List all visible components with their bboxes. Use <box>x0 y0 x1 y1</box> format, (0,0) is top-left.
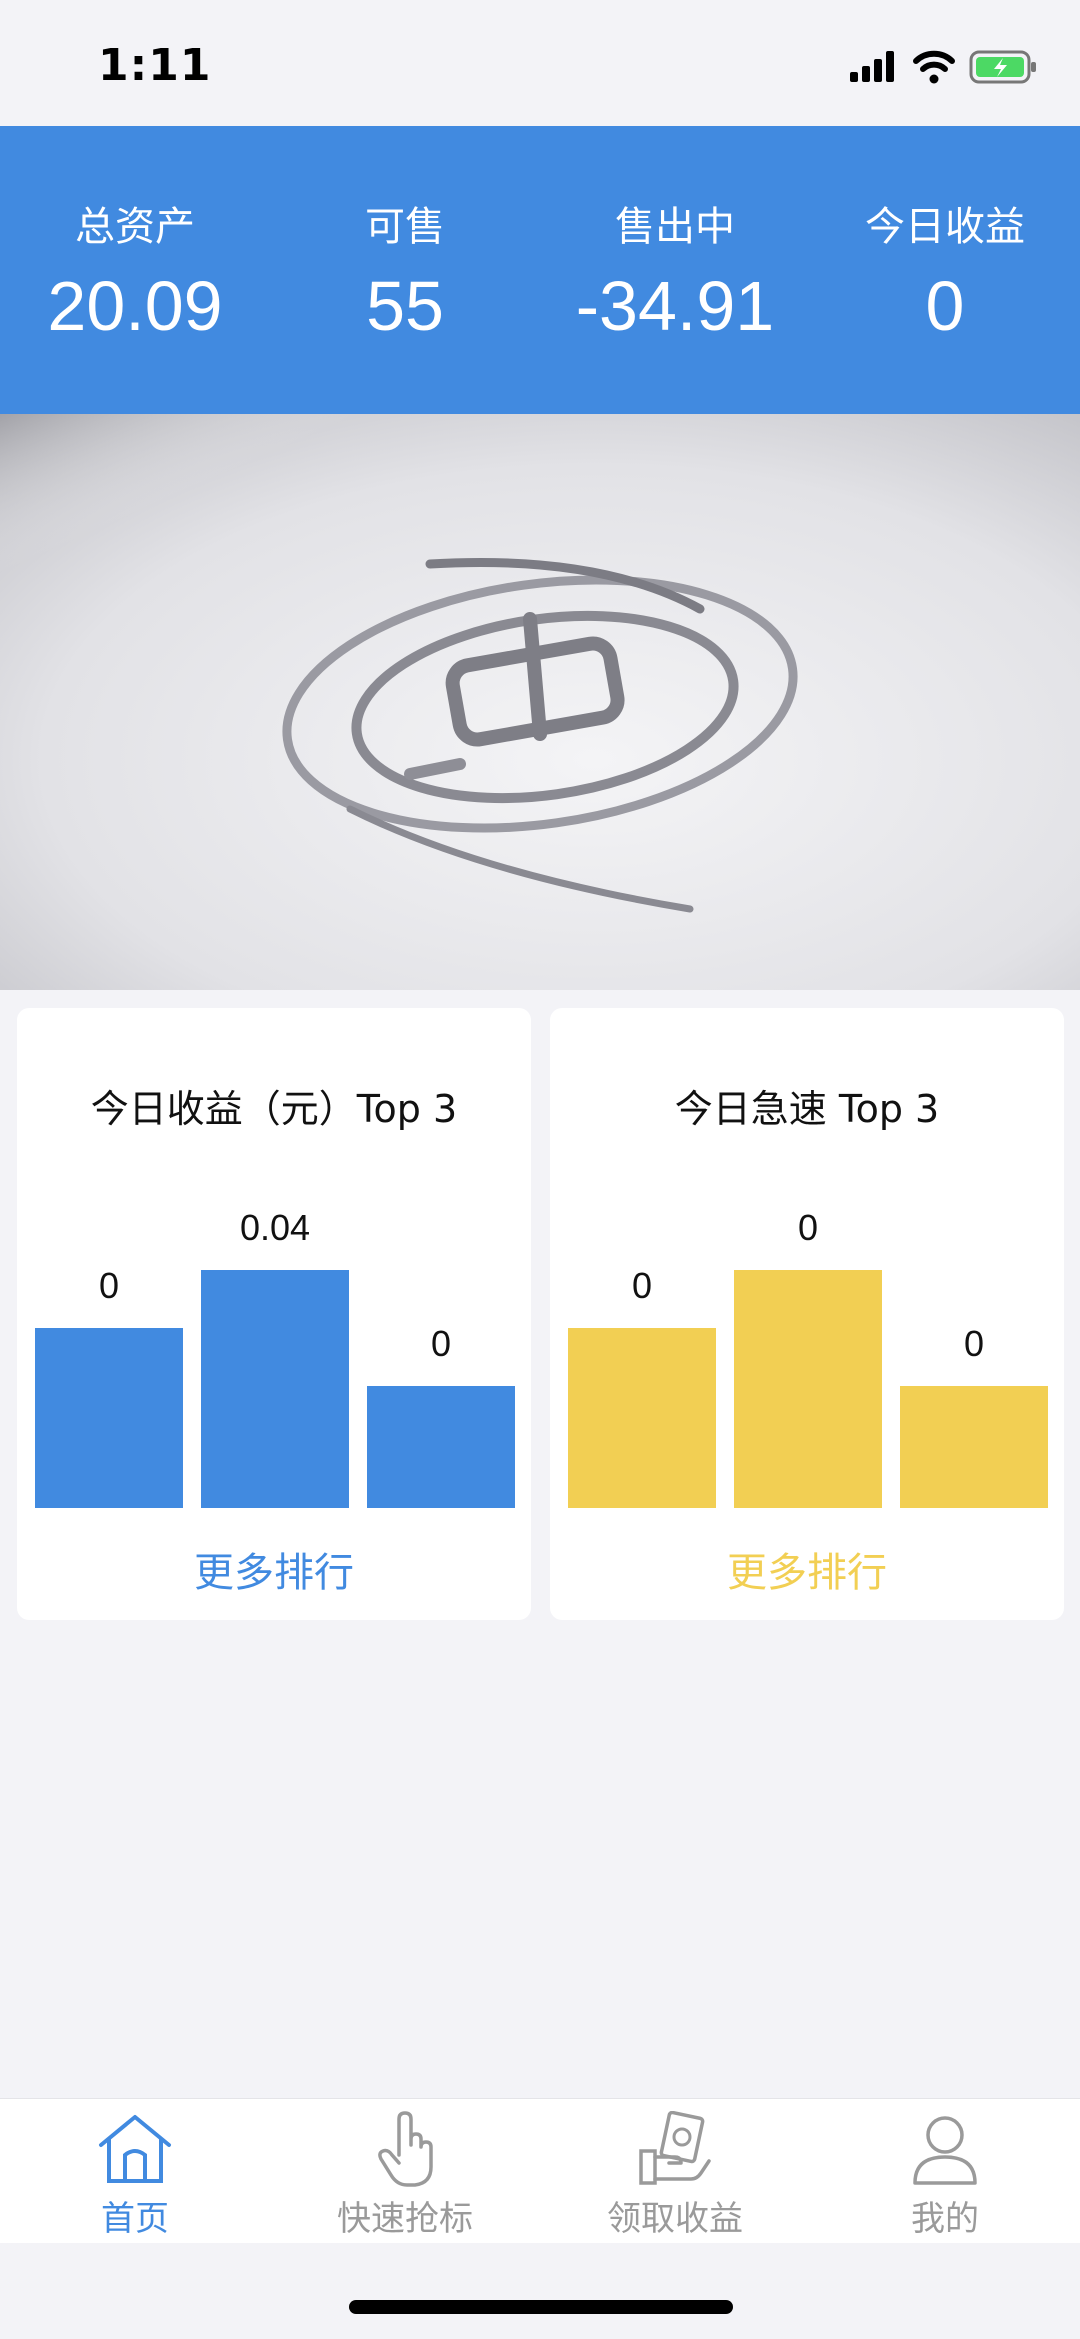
stat-sellable[interactable]: 可售 55 <box>270 126 540 414</box>
cellular-signal-icon <box>850 51 894 82</box>
user-icon <box>913 2116 977 2185</box>
more-ranking-link[interactable]: 更多排行 <box>17 1540 531 1598</box>
tab-label: 首页 <box>101 2199 169 2239</box>
bar-2 <box>201 1270 349 1508</box>
tab-label: 我的 <box>911 2199 979 2239</box>
status-icons <box>850 50 1036 84</box>
tab-mine[interactable]: 我的 <box>810 2099 1080 2243</box>
stat-label: 今日收益 <box>865 204 1025 250</box>
asset-summary-header: 总资产 20.09 可售 55 售出中 -34.91 今日收益 0 <box>0 126 1080 414</box>
stat-today-earnings[interactable]: 今日收益 0 <box>810 126 1080 414</box>
bar-1 <box>35 1328 183 1508</box>
stat-value: -34.91 <box>575 267 775 345</box>
stat-label: 总资产 <box>75 204 195 250</box>
wifi-icon <box>913 50 955 84</box>
tab-label: 领取收益 <box>607 2199 743 2239</box>
banner-image[interactable] <box>0 414 1080 990</box>
stat-selling[interactable]: 售出中 -34.91 <box>540 126 810 414</box>
stat-label: 可售 <box>365 204 445 250</box>
bottom-tab-bar: 首页 快速抢标 领取收益 我的 <box>0 2098 1080 2243</box>
speed-top3-card: 今日急速 Top 3 0 0 0 更多排行 <box>550 1008 1064 1620</box>
earnings-top3-card: 今日收益（元）Top 3 0 0.04 0 更多排行 <box>17 1008 531 1620</box>
tab-quick-bid[interactable]: 快速抢标 <box>270 2099 540 2243</box>
tab-home[interactable]: 首页 <box>0 2099 270 2243</box>
stat-total-assets[interactable]: 总资产 20.09 <box>0 126 270 414</box>
bar-2 <box>734 1270 882 1508</box>
bar-value-label: 0 <box>632 1265 652 1306</box>
stat-label: 售出中 <box>615 204 735 250</box>
status-bar: 1:11 <box>0 0 1080 126</box>
hand-pointer-icon <box>378 2111 433 2187</box>
stat-value: 55 <box>366 267 444 345</box>
more-ranking-link[interactable]: 更多排行 <box>550 1540 1064 1598</box>
status-time: 1:11 <box>98 40 212 91</box>
app-screen: 1:11 总资产 20.09 可售 55 售出中 -34.91 今日收益 0 今… <box>0 0 1080 2339</box>
battery-icon <box>969 50 1036 84</box>
embossed-logo-banner <box>0 414 1080 990</box>
bar-3 <box>367 1386 515 1508</box>
bar-1 <box>568 1328 716 1508</box>
tab-label: 快速抢标 <box>337 2199 473 2239</box>
bar-value-label: 0 <box>798 1207 818 1248</box>
home-indicator <box>349 2300 733 2314</box>
bar-3 <box>900 1386 1048 1508</box>
stat-value: 20.09 <box>47 267 223 345</box>
bar-value-label: 0 <box>99 1265 119 1306</box>
cash-hand-icon <box>639 2111 711 2185</box>
earnings-bar-chart: 0 0.04 0 <box>35 1207 515 1508</box>
card-title: 今日急速 Top 3 <box>674 1087 940 1131</box>
tab-claim-earnings[interactable]: 领取收益 <box>540 2099 810 2243</box>
speed-bar-chart: 0 0 0 <box>568 1207 1048 1508</box>
card-title: 今日收益（元）Top 3 <box>90 1087 458 1131</box>
stat-value: 0 <box>925 267 965 345</box>
home-icon <box>99 2115 171 2183</box>
bar-value-label: 0 <box>431 1323 451 1364</box>
bar-value-label: 0.04 <box>240 1207 310 1248</box>
bar-value-label: 0 <box>964 1323 984 1364</box>
